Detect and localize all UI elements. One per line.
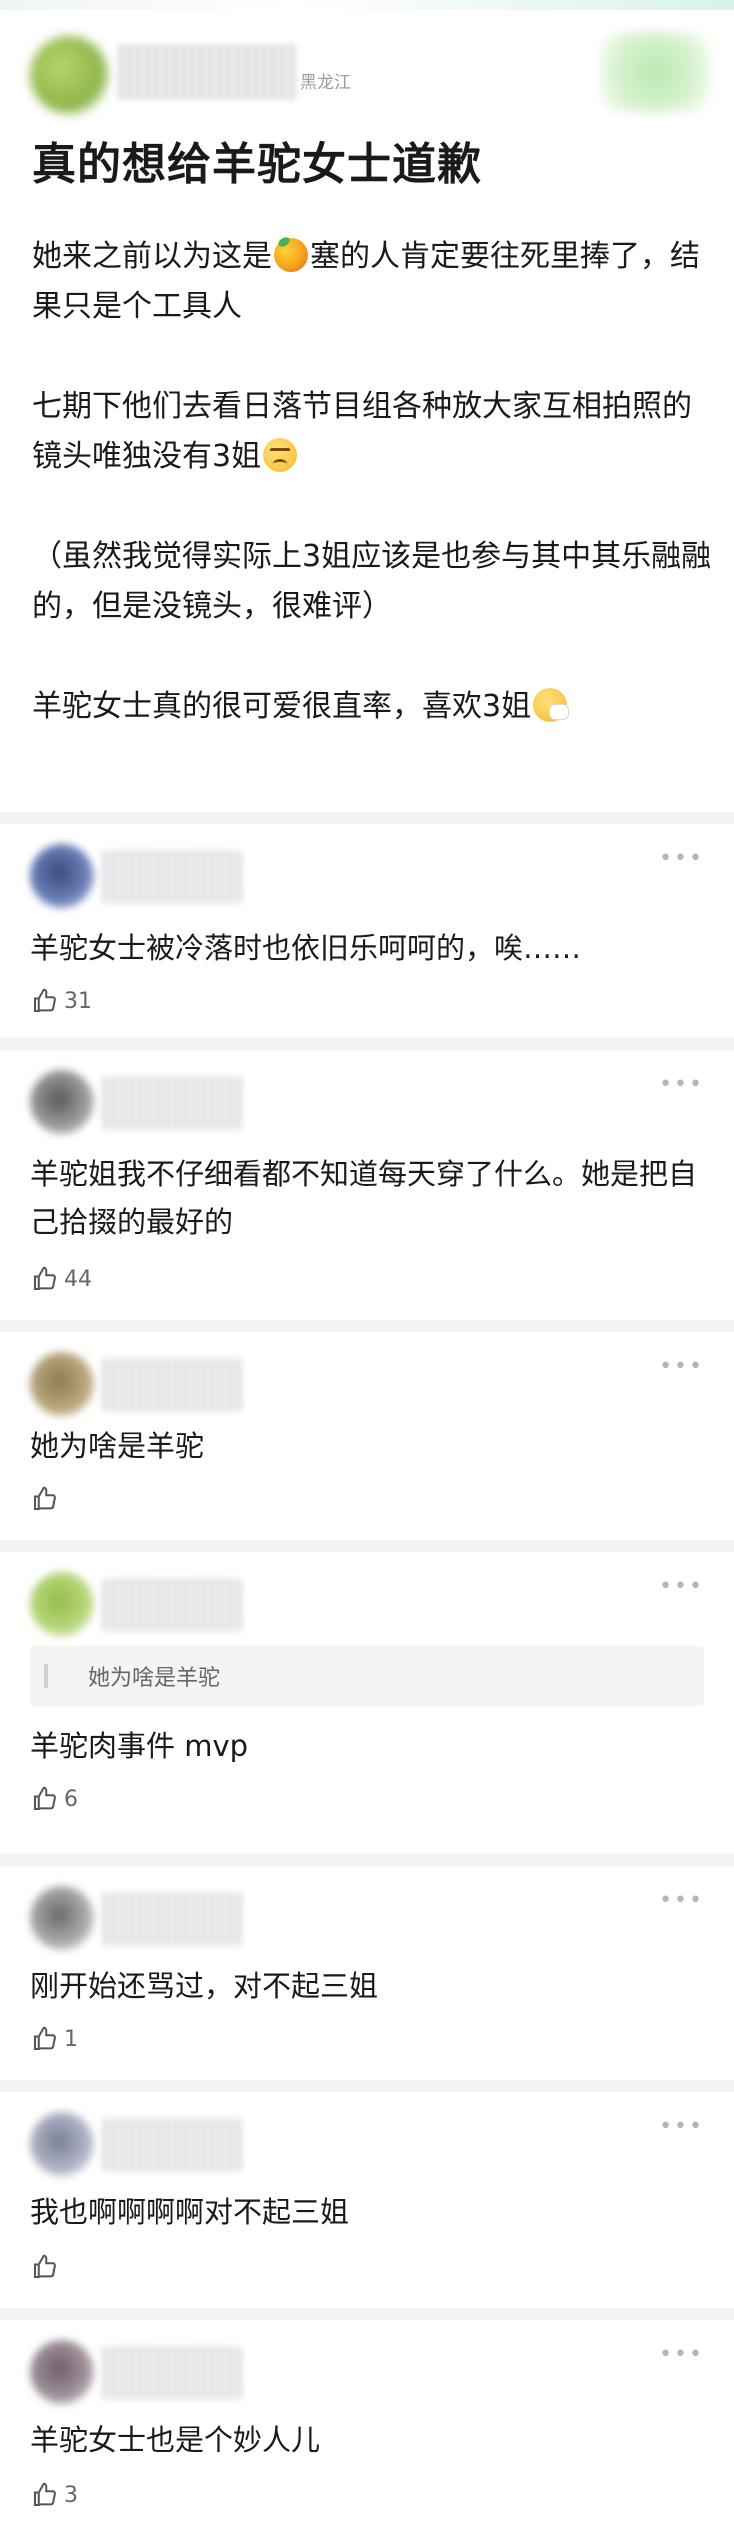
thumbs-up-icon: [34, 988, 56, 1012]
like-button[interactable]: 31: [30, 984, 92, 1018]
commenter-name-blurred: [102, 850, 242, 904]
more-options-icon[interactable]: •••: [659, 1074, 704, 1096]
author-location: 黑龙江: [300, 73, 351, 93]
commenter-avatar[interactable]: [30, 2112, 94, 2176]
commenter-name-blurred: [102, 2118, 242, 2172]
thumbs-up-icon: [34, 2482, 56, 2506]
commenter-avatar[interactable]: [30, 2340, 94, 2404]
divider: [0, 1320, 734, 1332]
commenter-avatar[interactable]: [30, 1886, 94, 1950]
commenter-name-blurred: [102, 1892, 242, 1946]
post-title: 真的想给羊驼女士道歉: [32, 139, 482, 190]
more-options-icon[interactable]: •••: [659, 1576, 704, 1598]
divider: [0, 812, 734, 824]
like-count: 44: [64, 1266, 92, 1292]
post-text: 她来之前以为这是: [32, 239, 272, 274]
post-paragraph: （虽然我觉得实际上3姐应该是也参与其中其乐融融的，但是没镜头，很难评）: [32, 532, 712, 632]
thumbs-up-icon: [34, 1786, 56, 1810]
post-text: 羊驼女士真的很可爱很直率，喜欢3姐: [32, 689, 532, 724]
thumbs-up-icon: [34, 2026, 56, 2050]
like-button[interactable]: 3: [30, 2478, 78, 2512]
like-button[interactable]: 6: [30, 1782, 78, 1816]
more-options-icon[interactable]: •••: [659, 2116, 704, 2138]
more-options-icon[interactable]: •••: [659, 848, 704, 870]
comment: ••• 羊驼女士也是个妙人儿 3: [0, 2320, 734, 2532]
divider: [0, 2308, 734, 2320]
commenter-avatar[interactable]: [30, 1070, 94, 1134]
commenter-name-blurred: [102, 2346, 242, 2400]
comment-text: 我也啊啊啊啊对不起三姐: [30, 2195, 350, 2229]
comment: ••• 羊驼女士被冷落时也依旧乐呵呵的，唉…… 31: [0, 824, 734, 1038]
post-text: （虽然我觉得实际上3姐应该是也参与其中其乐融融的，但是没镜头，很难评）: [32, 539, 712, 624]
post-header: 黑龙江: [0, 10, 734, 120]
comment-text: 刚开始还骂过，对不起三姐: [30, 1969, 379, 2003]
top-strip: [0, 0, 734, 10]
divider: [0, 1540, 734, 1552]
comment: ••• 她为啥是羊驼 羊驼肉事件 mvp 6: [0, 1552, 734, 1854]
comment: ••• 她为啥是羊驼: [0, 1332, 734, 1540]
more-options-icon[interactable]: •••: [659, 1890, 704, 1912]
like-count: 6: [64, 1786, 78, 1812]
mango-emoji-icon: [274, 238, 308, 272]
right-badge-blurred: [600, 32, 710, 112]
more-options-icon[interactable]: •••: [659, 2344, 704, 2366]
comment-text: 羊驼肉事件 mvp: [30, 1729, 249, 1763]
comment-text: 羊驼女士被冷落时也依旧乐呵呵的，唉……: [30, 931, 582, 965]
post-paragraph: 羊驼女士真的很可爱很直率，喜欢3姐: [32, 682, 712, 732]
commenter-avatar[interactable]: [30, 1572, 94, 1636]
comment-text: 她为啥是羊驼: [30, 1429, 205, 1463]
quote-bar: [44, 1664, 48, 1688]
more-options-icon[interactable]: •••: [659, 1356, 704, 1378]
comment: ••• 羊驼姐我不仔细看都不知道每天穿了什么。她是把自己拾掇的最好的 44: [0, 1050, 734, 1320]
comment: ••• 我也啊啊啊啊对不起三姐: [0, 2092, 734, 2308]
author-name-blurred: [118, 44, 298, 100]
divider: [0, 1038, 734, 1050]
like-button[interactable]: 44: [30, 1262, 92, 1296]
angry-face-emoji-icon: [263, 438, 298, 472]
divider: [0, 1854, 734, 1866]
comment-text: 羊驼姐我不仔细看都不知道每天穿了什么。她是把自己拾掇的最好的: [30, 1157, 698, 1239]
quoted-text: 她为啥是羊驼: [88, 1666, 221, 1691]
like-button[interactable]: 1: [30, 2022, 78, 2056]
post-paragraph: 她来之前以为这是 塞的人肯定要往死里捧了，结果只是个工具人: [32, 232, 712, 332]
divider: [0, 2080, 734, 2092]
thumbs-up-icon: [34, 2254, 56, 2278]
commenter-name-blurred: [102, 1358, 242, 1412]
like-button[interactable]: [30, 2250, 64, 2284]
like-count: 31: [64, 988, 92, 1014]
sneezing-face-emoji-icon: [533, 688, 570, 722]
comment: ••• 刚开始还骂过，对不起三姐 1: [0, 1866, 734, 2080]
commenter-avatar[interactable]: [30, 844, 94, 908]
author-avatar[interactable]: [30, 36, 108, 114]
comment-text: 羊驼女士也是个妙人儿: [30, 2423, 321, 2457]
like-button[interactable]: [30, 1482, 64, 1516]
thumbs-up-icon: [34, 1486, 56, 1510]
like-count: 3: [64, 2482, 78, 2508]
commenter-avatar[interactable]: [30, 1352, 94, 1416]
thumbs-up-icon: [34, 1266, 56, 1290]
like-count: 1: [64, 2026, 78, 2052]
quoted-reply[interactable]: 她为啥是羊驼: [30, 1646, 704, 1706]
post-text: 七期下他们去看日落节目组各种放大家互相拍照的镜头唯独没有3姐: [32, 389, 692, 474]
commenter-name-blurred: [102, 1076, 242, 1130]
commenter-name-blurred: [102, 1578, 242, 1632]
post-body: 她来之前以为这是 塞的人肯定要往死里捧了，结果只是个工具人 七期下他们去看日落节目…: [32, 232, 712, 782]
post-paragraph: 七期下他们去看日落节目组各种放大家互相拍照的镜头唯独没有3姐: [32, 382, 712, 482]
